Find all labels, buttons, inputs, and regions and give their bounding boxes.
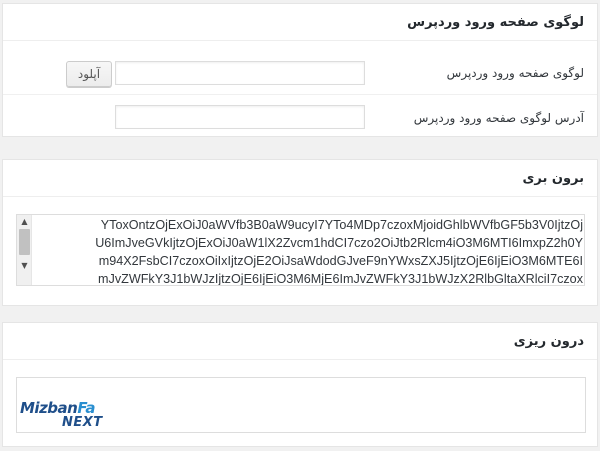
logo-address-row: آدرس لوگوی صفحه ورود وردپرس	[3, 96, 597, 140]
logo-text-sub: NEXT	[62, 415, 103, 430]
logo-address-label: آدرس لوگوی صفحه ورود وردپرس	[413, 111, 584, 125]
logo-input[interactable]	[115, 61, 365, 85]
logo-upload-row: لوگوی صفحه ورود وردپرس آپلود	[3, 51, 597, 95]
export-code-line: U6ImJveGVkIjtzOjExOiJ0aW1lX2Zvcm1hdCI7cz…	[95, 236, 583, 250]
export-code-line: m94X2FsbCI7czoxOiIxIjtzOjE2OiJsaWdodGJve…	[98, 254, 583, 268]
scroll-up-arrow-icon[interactable]: ▲	[17, 215, 32, 229]
export-panel-title: برون بری	[3, 160, 597, 197]
logo-field-label: لوگوی صفحه ورود وردپرس	[446, 66, 584, 80]
scroll-down-arrow-icon[interactable]: ▼	[17, 259, 32, 273]
export-panel: برون بری ▲ ▼ YToxOntzOjExOiJ0aWVfb3B0aW9…	[2, 159, 598, 306]
textarea-scrollbar[interactable]: ▲ ▼	[17, 215, 32, 285]
logo-wordmark: MizbanFa	[20, 400, 95, 416]
scroll-thumb[interactable]	[19, 229, 30, 255]
export-code-line: mJvZWFkY3J1bWJzIjtzOjE6IjEiO3M6MjE6ImJvZ…	[98, 272, 583, 286]
mizbanfa-logo: MizbanFa NEXT	[20, 400, 120, 432]
import-panel-title: درون ریزی	[3, 323, 597, 360]
export-code-line: YToxOntzOjExOiJ0aWVfb3B0aW9ucyI7YTo4MDp7…	[100, 218, 583, 232]
logo-address-input[interactable]	[115, 105, 365, 129]
login-logo-panel-title: لوگوی صفحه ورود وردپرس	[3, 4, 597, 41]
import-textarea[interactable]: MizbanFa NEXT	[16, 377, 586, 433]
export-code-textarea[interactable]: ▲ ▼ YToxOntzOjExOiJ0aWVfb3B0aW9ucyI7YTo4…	[16, 214, 585, 286]
login-logo-panel: لوگوی صفحه ورود وردپرس لوگوی صفحه ورود و…	[2, 3, 598, 137]
import-panel: درون ریزی MizbanFa NEXT	[2, 322, 598, 447]
export-code-text: YToxOntzOjExOiJ0aWVfb3B0aW9ucyI7YTo4MDp7…	[35, 216, 583, 286]
upload-button[interactable]: آپلود	[66, 61, 112, 87]
